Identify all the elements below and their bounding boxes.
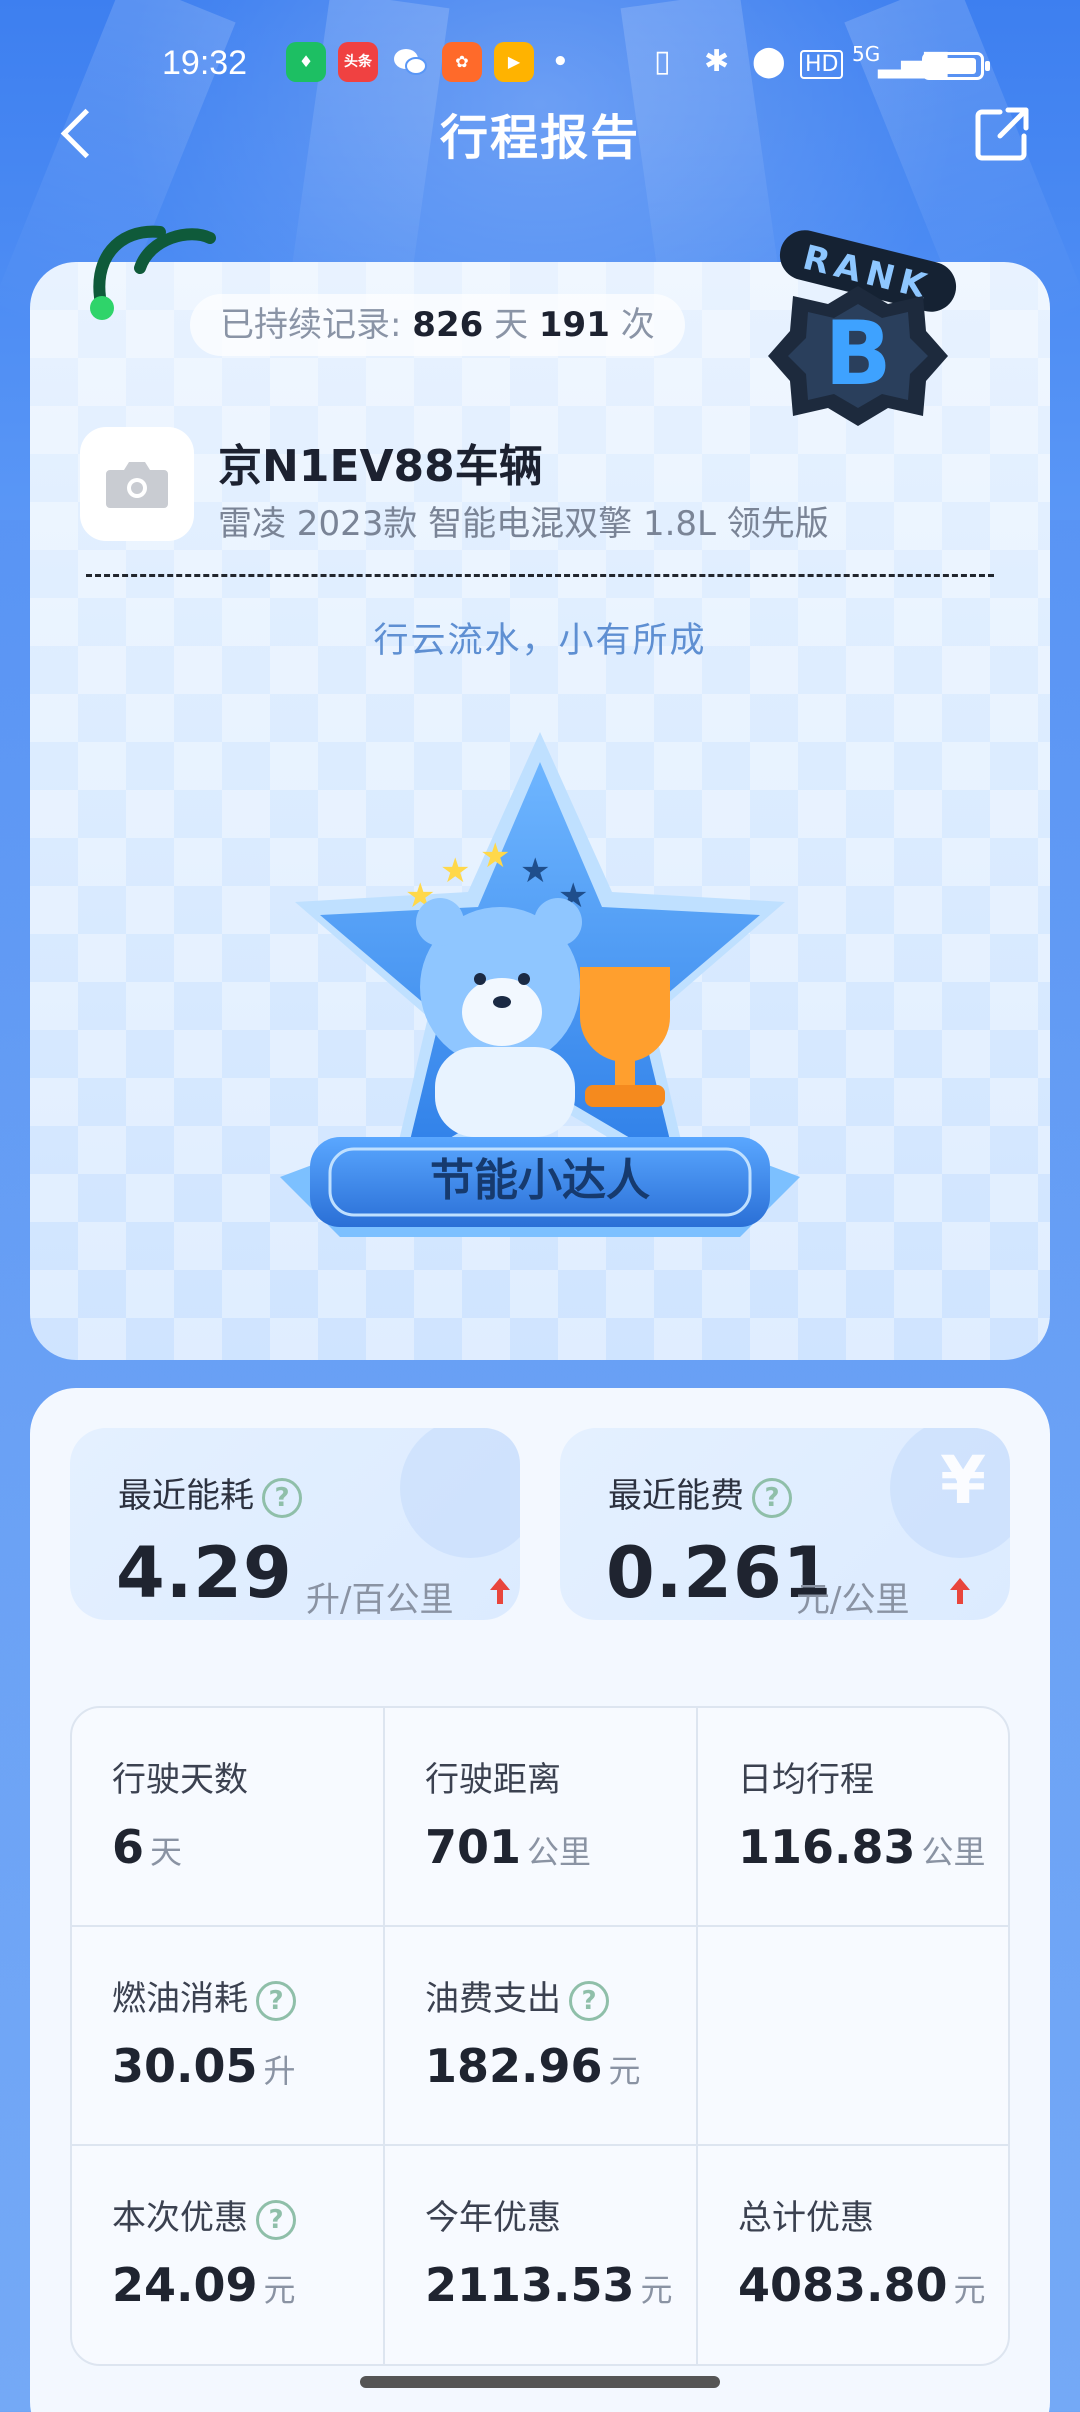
metric-value-consumption: 4.29 [116,1532,293,1614]
svg-text:★: ★ [480,836,510,876]
slogan: 行云流水，小有所成 [373,621,707,661]
stat-label: 总计优惠 [738,2198,874,2238]
status-bar: 19:32 ♦ 头条 ✿ ▶ • ▯ ✱ ⬤ HD 5G ▂▄▆ [0,38,1080,98]
record-days: 826 [412,305,484,345]
stat-value: 116.83 公里 [738,1820,986,1874]
share-button[interactable] [970,102,1034,166]
trip-stats-grid: 行驶天数 6天 行驶距离 701 公里 日均行程 116.83 公里 燃油消耗? 3… [70,1706,1010,2366]
help-icon[interactable]: ? [569,1980,609,2021]
stat-cell-fuel-consumed: 燃油消耗? 30.05 升 [72,1927,385,2146]
vibrate-icon: ▯ [654,44,671,79]
recent-cost-box: ¥ 最近能费? 0.261 元/公里 [560,1428,1010,1620]
trend-up-icon [950,1578,970,1604]
location-icon: ⬤ [752,44,786,79]
stat-cell-year-discount: 今年优惠 2113.53 元 [385,2146,698,2364]
stat-value: 4083.80 元 [738,2258,986,2312]
bear-mascot [416,898,582,1137]
help-icon[interactable]: ? [256,2199,296,2240]
nav-bar: 行程报告 [0,92,1080,172]
stat-cell-current-discount: 本次优惠? 24.09 元 [72,2146,385,2364]
vehicle-name: 京N1EV88车辆 [218,441,543,492]
wechat-icon [390,42,430,82]
help-icon[interactable]: ? [256,1980,296,2021]
status-time: 19:32 [162,44,248,82]
stat-label: 燃油消耗? [112,1971,296,2021]
record-times: 191 [538,305,610,345]
stat-value: 30.05 升 [112,2039,296,2093]
stat-value: 182.96 元 [425,2039,641,2093]
stat-label: 行驶天数 [112,1760,248,1800]
cable-decoration [90,225,216,320]
battery-icon [922,52,990,80]
metric-unit-cost: 元/公里 [796,1580,910,1620]
app-video-icon: ▶ [494,42,534,82]
drop-decoration [400,1428,520,1558]
help-icon[interactable]: ? [752,1477,792,1518]
stat-label: 今年优惠 [425,2198,561,2238]
energy-saver-badge: ★ ★ ★ ★ ★ 节能小达人 [280,732,800,1237]
metric-label-cost: 最近能费? [608,1468,792,1518]
stat-cell-daily-average: 日均行程 116.83 公里 [698,1708,1008,1927]
page-title: 行程报告 [439,110,640,166]
camera-icon [106,462,168,508]
home-indicator[interactable] [360,2376,720,2388]
record-prefix: 已持续记录: [220,305,402,345]
badge-title: 节能小达人 [430,1155,650,1206]
stat-cell-fuel-cost: 油费支出? 182.96 元 [385,1927,698,2146]
hd-icon: HD [800,50,844,79]
record-duration-pill: 已持续记录: 826 天 191 次 [190,294,685,356]
toutiao-icon: 头条 [338,42,378,82]
svg-text:★: ★ [440,851,470,891]
yen-icon: ¥ [940,1442,986,1519]
divider [86,574,994,577]
help-icon[interactable]: ? [262,1477,302,1518]
stat-label: 油费支出? [425,1971,609,2021]
stat-label: 日均行程 [738,1760,874,1800]
bluetooth-icon: ✱ [704,44,730,79]
stat-value: 701 公里 [425,1820,592,1874]
metric-label-consumption: 最近能耗? [118,1468,302,1518]
trophy-icon [580,967,670,1107]
stat-cell-distance: 行驶距离 701 公里 [385,1708,698,1927]
vehicle-model: 雷凌 2023款 智能电混双擎 1.8L 领先版 [218,504,829,544]
trend-up-icon [490,1578,510,1604]
record-times-unit: 次 [620,305,655,345]
share-icon [975,107,1029,161]
network-5g-icon: 5G [852,42,881,66]
stat-value: 24.09 元 [112,2258,296,2312]
stat-value: 6天 [112,1820,183,1874]
stat-cell-empty [698,1927,1008,2146]
app-orange-icon: ✿ [442,42,482,82]
svg-text:★: ★ [520,851,550,891]
stat-cell-driving-days: 行驶天数 6天 [72,1708,385,1927]
metric-unit-consumption: 升/百公里 [306,1580,454,1620]
rank-badge: RANK B [768,230,957,426]
app-green-icon: ♦ [286,42,326,82]
record-days-unit: 天 [494,305,529,345]
rank-grade: B [824,302,891,405]
stat-cell-total-discount: 总计优惠 4083.80 元 [698,2146,1008,2364]
stat-value: 2113.53 元 [425,2258,673,2312]
more-dot-icon: • [552,47,569,77]
vehicle-photo-button[interactable] [80,427,194,541]
stats-card: 最近能耗? 4.29 升/百公里 ¥ 最近能费? 0.261 元/公里 行驶天数… [30,1388,1050,2412]
stat-label: 行驶距离 [425,1760,561,1800]
stat-label: 本次优惠? [112,2190,296,2240]
recent-consumption-box: 最近能耗? 4.29 升/百公里 [70,1428,520,1620]
